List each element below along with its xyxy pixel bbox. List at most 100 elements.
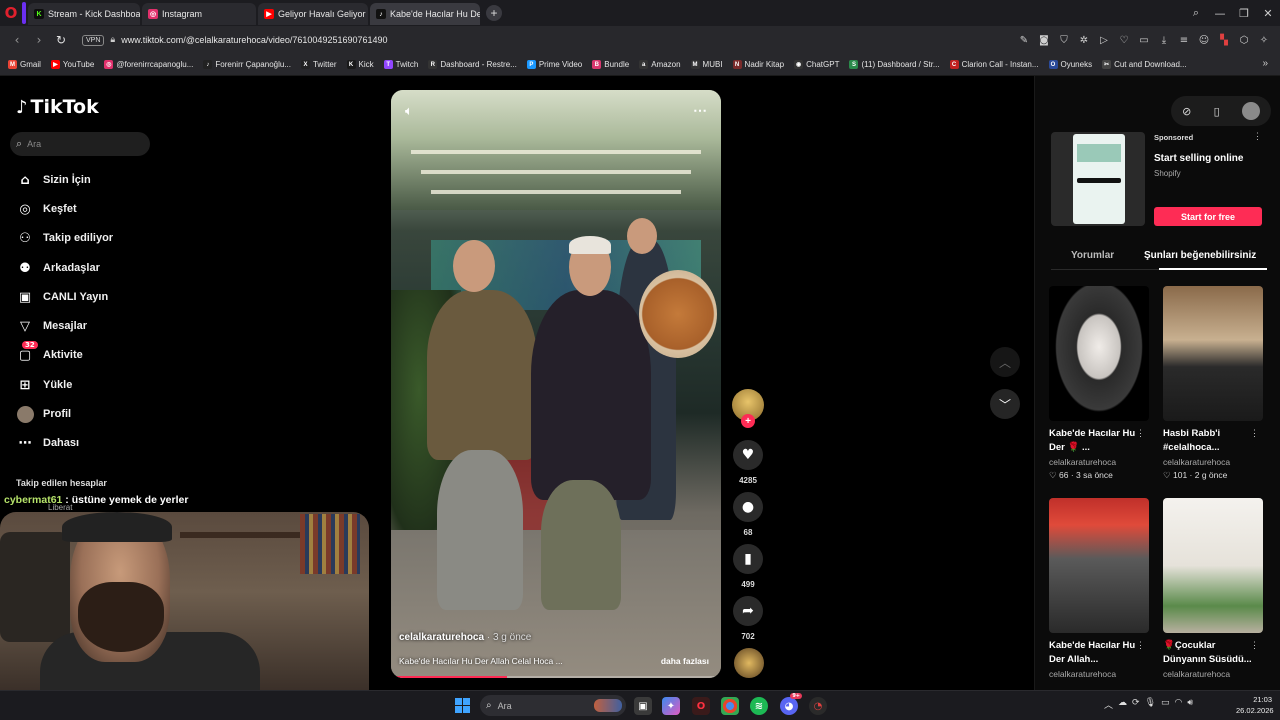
tray-mic-icon[interactable]: 🎙︎ bbox=[1145, 698, 1156, 711]
bookmark-item[interactable]: X Twitter bbox=[300, 60, 337, 69]
nav-item-messages[interactable]: ▽ Mesajlar bbox=[16, 314, 87, 338]
tab-kick-dashboard[interactable]: K Stream - Kick Dashboard bbox=[28, 3, 140, 25]
video-thumbnail[interactable] bbox=[1163, 498, 1263, 633]
account-icon[interactable]: ☺ bbox=[1194, 35, 1214, 46]
bookmark-item[interactable]: M MUBI bbox=[690, 60, 723, 69]
download-icon[interactable]: ⤓ bbox=[1154, 35, 1174, 46]
nav-item-more[interactable]: ⋯ Dahası bbox=[16, 431, 80, 455]
tiktok-search-input[interactable]: ⌕ Ara bbox=[10, 132, 150, 156]
nav-item-upload[interactable]: ⊞ Yükle bbox=[16, 373, 73, 397]
card-author[interactable]: celalkaraturehoca bbox=[1049, 669, 1149, 679]
recommended-video-card[interactable]: Hasbi Rabb'i #celalhoca... ⋮ celalkarature… bbox=[1163, 286, 1263, 481]
camera-icon[interactable]: ◙ bbox=[1034, 35, 1054, 46]
nav-item-compass[interactable]: ◎ Keşfet bbox=[16, 197, 76, 221]
reload-icon[interactable]: ↻ bbox=[50, 33, 72, 47]
volume-icon[interactable]: 🔈︎ bbox=[405, 104, 413, 119]
bookmark-item[interactable]: O Oyuneks bbox=[1048, 60, 1092, 69]
search-tabs-icon[interactable]: ⌕ bbox=[1184, 6, 1208, 20]
nav-item-following[interactable]: ⚇ Takip ediliyor bbox=[16, 226, 113, 250]
bookmark-icon[interactable]: ▮ bbox=[733, 544, 763, 574]
card-more-icon[interactable]: ⋮ bbox=[1250, 428, 1259, 439]
user-avatar-icon[interactable] bbox=[1241, 102, 1260, 120]
ad-cta-button[interactable]: Start for free bbox=[1154, 207, 1262, 226]
comment-icon[interactable]: ● bbox=[733, 492, 763, 522]
nav-item-home[interactable]: ⌂ Sizin İçin bbox=[16, 168, 90, 192]
ad-more-icon[interactable]: ⋮ bbox=[1253, 131, 1262, 142]
card-title[interactable]: 🌹Çocuklar Dünyanın Süsüdü... bbox=[1163, 639, 1253, 667]
maximize-icon[interactable]: ❐ bbox=[1232, 7, 1256, 20]
video-thumbnail[interactable] bbox=[1163, 286, 1263, 421]
chrome-icon[interactable] bbox=[721, 697, 739, 715]
card-title[interactable]: Kabe'de Hacılar Hu Der Allah... bbox=[1049, 639, 1139, 667]
author-name[interactable]: celalkaraturehoca bbox=[399, 632, 484, 643]
card-author[interactable]: celalkaraturehoca bbox=[1163, 669, 1263, 679]
spotify-icon[interactable]: ≋ bbox=[750, 697, 768, 715]
task-view-icon[interactable]: ▣ bbox=[634, 697, 652, 715]
edit-icon[interactable]: ✎ bbox=[1014, 35, 1034, 46]
video-author[interactable]: celalkaraturehoca · 3 g önce bbox=[399, 632, 531, 643]
bookmark-item[interactable]: K Kick bbox=[346, 60, 374, 69]
bookmark-item[interactable]: a Amazon bbox=[639, 60, 681, 69]
music-disc-icon[interactable] bbox=[734, 648, 764, 678]
opera-taskbar-icon[interactable]: O bbox=[692, 697, 710, 715]
card-title[interactable]: Hasbi Rabb'i #celalhoca... bbox=[1163, 427, 1253, 455]
recommended-video-card[interactable]: Kabe'de Hacılar Hu Der 🌹 ... ⋮ celalkaratu… bbox=[1049, 286, 1149, 481]
recommended-video-card[interactable]: Kabe'de Hacılar Hu Der Allah... ⋮ celalkar… bbox=[1049, 498, 1149, 679]
recommended-video-card[interactable]: 🌹Çocuklar Dünyanın Süsüdü... ⋮ celalkaratu… bbox=[1163, 498, 1263, 679]
video-more-icon[interactable]: ⋯ bbox=[693, 102, 707, 119]
card-more-icon[interactable]: ⋮ bbox=[1250, 640, 1259, 651]
bookmark-item[interactable]: ▶ YouTube bbox=[50, 60, 94, 69]
video-progress-bar[interactable] bbox=[391, 676, 721, 678]
back-icon[interactable]: ‹ bbox=[6, 33, 28, 47]
close-window-icon[interactable]: ✕ bbox=[1256, 7, 1280, 20]
tab-tiktok-active[interactable]: ♪ Kabe'de Hacılar Hu Der: C bbox=[370, 3, 480, 25]
taskbar-search-input[interactable]: ⌕ Ara bbox=[480, 695, 626, 716]
lock-icon[interactable]: 🔒︎ bbox=[110, 35, 115, 45]
bookmark-item[interactable]: ◎ @forenirrcapanoglu... bbox=[104, 60, 193, 69]
wallet-icon[interactable]: ▭ bbox=[1134, 35, 1154, 46]
follow-plus-icon[interactable]: + bbox=[741, 414, 755, 428]
bookmark-item[interactable]: N Nadir Kitap bbox=[732, 60, 784, 69]
cube-icon[interactable]: ⬡ bbox=[1234, 35, 1254, 46]
tab-you-may-like[interactable]: Şunları beğenebilirsiniz bbox=[1144, 250, 1256, 261]
bookmark-item[interactable]: M Gmail bbox=[8, 60, 41, 69]
previous-video-icon[interactable]: ︿ bbox=[990, 347, 1020, 377]
nav-item-activity[interactable]: ▢ 32 Aktivite bbox=[16, 341, 83, 367]
extension-red-icon[interactable]: ▚ bbox=[1214, 35, 1234, 46]
heart-icon[interactable]: ♡ bbox=[1114, 35, 1134, 46]
video-thumbnail[interactable] bbox=[1049, 498, 1149, 633]
coin-icon[interactable]: ⊘ bbox=[1182, 105, 1191, 118]
play-icon[interactable]: ▷ bbox=[1094, 35, 1114, 46]
nav-item-profile[interactable]: Profil bbox=[16, 402, 71, 426]
tray-sync-icon[interactable]: ⟳ bbox=[1132, 698, 1140, 711]
tab-youtube-song[interactable]: ▶ Geliyor Havalı Geliyor ■ bbox=[258, 3, 368, 25]
tray-cloud-icon[interactable]: ☁ bbox=[1118, 698, 1127, 711]
minimize-icon[interactable]: — bbox=[1208, 7, 1232, 20]
windows-start-icon[interactable] bbox=[455, 698, 470, 713]
app-icon[interactable]: ◔ bbox=[809, 697, 827, 715]
bookmark-item[interactable]: ✂ Cut and Download... bbox=[1102, 60, 1187, 69]
forward-icon[interactable]: › bbox=[28, 33, 50, 47]
bookmark-item[interactable]: P Prime Video bbox=[526, 60, 582, 69]
shield-icon[interactable]: ⛉ bbox=[1054, 35, 1074, 46]
taskbar-clock[interactable]: 21:03 26.02.2026 bbox=[1236, 694, 1274, 716]
caption-more-link[interactable]: daha fazlası bbox=[661, 656, 709, 666]
vpn-badge[interactable]: VPN bbox=[82, 34, 105, 46]
extension-icon[interactable]: ✲ bbox=[1074, 35, 1094, 46]
bookmark-item[interactable]: R Dashboard - Restre... bbox=[428, 60, 517, 69]
tray-chevron-icon[interactable]: ︿ bbox=[1104, 698, 1113, 711]
tray-display-icon[interactable]: ▭ bbox=[1161, 698, 1170, 711]
like-heart-icon[interactable]: ♥ bbox=[733, 440, 763, 470]
tray-wifi-icon[interactable]: ◠ bbox=[1175, 698, 1183, 711]
bookmark-item[interactable]: T Twitch bbox=[383, 60, 418, 69]
tab-comments[interactable]: Yorumlar bbox=[1071, 250, 1114, 261]
card-author[interactable]: celalkaraturehoca bbox=[1049, 457, 1149, 467]
new-tab-button[interactable]: + bbox=[486, 5, 502, 21]
nav-item-friends[interactable]: ⚉ Arkadaşlar bbox=[16, 256, 100, 280]
bookmark-item[interactable]: ♪ Forenirr Çapanoğlu... bbox=[203, 60, 291, 69]
share-icon[interactable]: ➦ bbox=[733, 596, 763, 626]
bookmark-item[interactable]: ◉ ChatGPT bbox=[794, 60, 839, 69]
copilot-icon[interactable]: ✦ bbox=[662, 697, 680, 715]
bookmark-item[interactable]: S (11) Dashboard / Str... bbox=[849, 60, 940, 69]
aria-ai-icon[interactable]: ✧ bbox=[1254, 35, 1274, 46]
